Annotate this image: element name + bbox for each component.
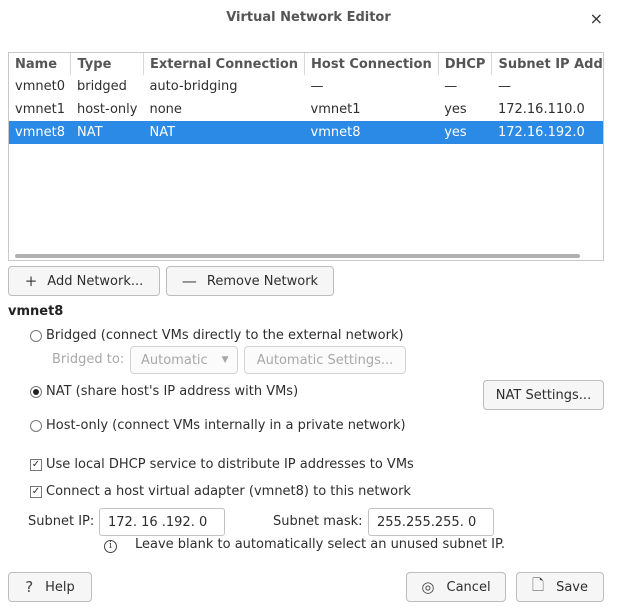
nat-settings-label: NAT Settings... xyxy=(495,387,592,403)
dhcp-checkbox-option[interactable]: ✓ Use local DHCP service to distribute I… xyxy=(30,457,414,472)
cell-name: vmnet8 xyxy=(9,121,71,144)
subnet-mask-label: Subnet mask: xyxy=(273,514,363,529)
title-bar: Virtual Network Editor × xyxy=(0,0,617,38)
bridged-radio-option[interactable]: Bridged (connect VMs directly to the ext… xyxy=(30,328,404,343)
table-row[interactable]: vmnet1 host-only none vmnet1 yes 172.16.… xyxy=(9,98,603,121)
cell-host-connection: vmnet1 xyxy=(310,102,361,117)
cell-external-connection: none xyxy=(149,102,182,117)
save-icon: 🗋 xyxy=(532,575,545,594)
add-network-button[interactable]: + Add Network... xyxy=(8,266,160,296)
subnet-ip-field[interactable]: 172. 16 .192. 0 xyxy=(99,508,225,536)
column-header-host-connection[interactable]: Host Connection xyxy=(304,53,439,75)
cell-host-connection: — xyxy=(310,79,324,94)
automatic-settings-button[interactable]: Automatic Settings... xyxy=(244,346,406,374)
cell-subnet-ip: — xyxy=(497,79,511,94)
column-header-name[interactable]: Name xyxy=(9,53,72,75)
cell-name: vmnet0 xyxy=(15,79,65,94)
dhcp-checkbox[interactable]: ✓ xyxy=(30,458,42,471)
adapter-label: Connect a host virtual adapter (vmnet8) … xyxy=(46,484,411,499)
table-row[interactable]: vmnet0 bridged auto-bridging — — — xyxy=(9,75,603,98)
dhcp-label: Use local DHCP service to distribute IP … xyxy=(46,457,414,472)
nat-radio-option[interactable]: NAT (share host's IP address with VMs) xyxy=(30,384,298,399)
cancel-icon: ◎ xyxy=(421,578,435,596)
subnet-hint: Leave blank to automatically select an u… xyxy=(135,537,505,552)
cell-external-connection: NAT xyxy=(143,121,305,144)
bridged-label: Bridged (connect VMs directly to the ext… xyxy=(46,328,404,343)
bridged-to-dropdown[interactable]: Automatic ▼ xyxy=(130,346,238,374)
table-header-row: Name Type External Connection Host Conne… xyxy=(9,53,603,75)
cell-subnet-ip: 172.16.110.0 xyxy=(497,102,585,117)
help-icon: ? xyxy=(25,578,34,596)
nat-radio[interactable] xyxy=(30,385,42,398)
minus-icon: — xyxy=(181,272,197,290)
cell-host-connection: vmnet8 xyxy=(304,121,439,144)
table-row-selected[interactable]: vmnet8 NAT NAT vmnet8 yes 172.16.192.0 xyxy=(9,121,603,144)
cell-type: host-only xyxy=(76,102,138,117)
cell-dhcp: — xyxy=(444,79,458,94)
cell-dhcp: yes xyxy=(438,121,492,144)
hostonly-label: Host-only (connect VMs internally in a p… xyxy=(46,418,406,433)
help-button[interactable]: ? Help xyxy=(8,572,92,602)
save-label: Save xyxy=(556,579,588,595)
close-icon[interactable]: × xyxy=(590,9,603,28)
adapter-checkbox[interactable]: ✓ xyxy=(30,485,42,498)
cell-type: NAT xyxy=(70,121,144,144)
network-table[interactable]: Name Type External Connection Host Conne… xyxy=(8,52,604,261)
cell-name: vmnet1 xyxy=(15,102,65,117)
column-header-subnet-ip-address[interactable]: Subnet IP Address xyxy=(491,53,603,75)
cancel-label: Cancel xyxy=(446,579,491,595)
chevron-down-icon: ▼ xyxy=(221,355,229,365)
subnet-mask-field[interactable]: 255.255.255. 0 xyxy=(368,508,494,536)
column-header-external-connection[interactable]: External Connection xyxy=(143,53,306,75)
nat-settings-button[interactable]: NAT Settings... xyxy=(483,380,604,410)
cell-dhcp: yes xyxy=(444,102,467,117)
remove-network-label: Remove Network xyxy=(206,273,319,289)
bridged-to-label: Bridged to: xyxy=(52,352,125,367)
info-icon: i xyxy=(104,540,117,553)
automatic-settings-label: Automatic Settings... xyxy=(256,352,394,368)
save-button[interactable]: 🗋 Save xyxy=(516,572,604,602)
remove-network-button[interactable]: — Remove Network xyxy=(166,266,334,296)
bridged-to-value: Automatic xyxy=(141,352,208,368)
selected-network-heading: vmnet8 xyxy=(8,304,64,319)
nat-label: NAT (share host's IP address with VMs) xyxy=(46,384,299,399)
add-network-label: Add Network... xyxy=(47,273,144,289)
cell-type: bridged xyxy=(76,79,127,94)
cell-subnet-ip: 172.16.192.0 xyxy=(491,121,603,144)
column-header-dhcp[interactable]: DHCP xyxy=(438,53,493,75)
cancel-button[interactable]: ◎ Cancel xyxy=(406,572,506,602)
cell-external-connection: auto-bridging xyxy=(149,79,238,94)
help-label: Help xyxy=(45,579,75,595)
hostonly-radio-option[interactable]: Host-only (connect VMs internally in a p… xyxy=(30,418,406,433)
hostonly-radio[interactable] xyxy=(30,419,42,432)
bridged-radio[interactable] xyxy=(30,329,42,342)
window-title: Virtual Network Editor xyxy=(226,10,391,25)
adapter-checkbox-option[interactable]: ✓ Connect a host virtual adapter (vmnet8… xyxy=(30,484,411,499)
plus-icon: + xyxy=(24,272,38,290)
column-header-type[interactable]: Type xyxy=(70,53,144,75)
horizontal-scrollbar[interactable] xyxy=(15,254,580,258)
subnet-ip-label: Subnet IP: xyxy=(28,514,95,529)
